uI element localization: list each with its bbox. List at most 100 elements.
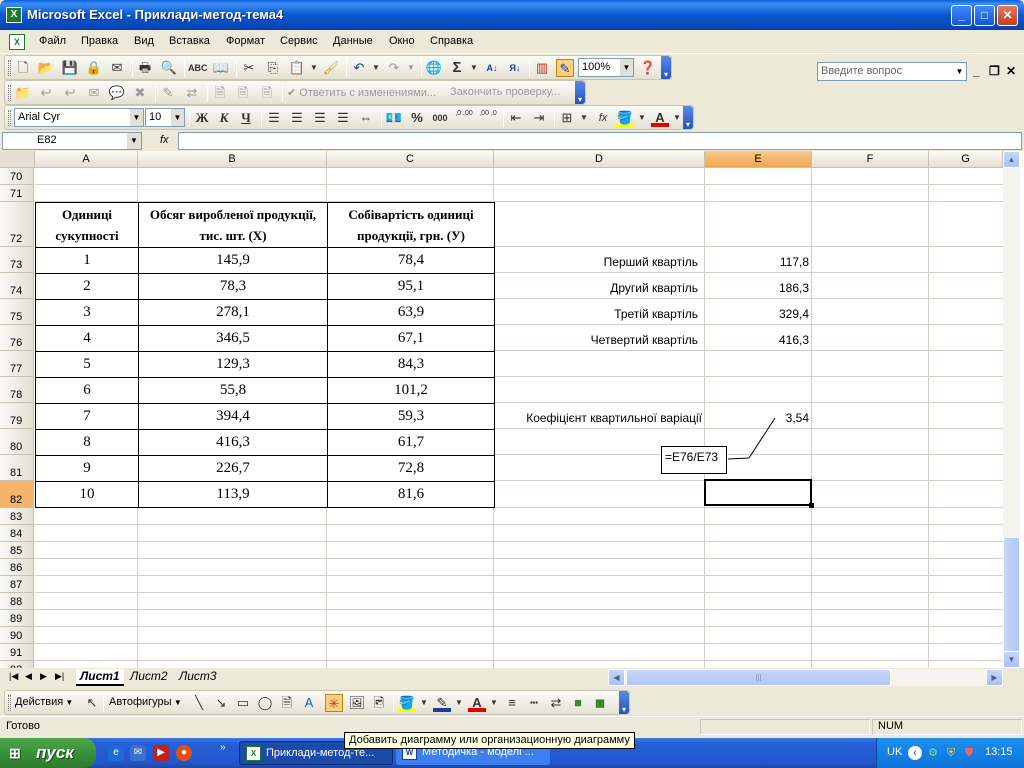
email-icon[interactable]: ✉ — [108, 59, 126, 77]
row-header-71[interactable]: 71 — [0, 185, 34, 202]
scroll-left-button[interactable]: ◀ — [608, 669, 625, 686]
help-question-input[interactable]: Введите вопрос — [817, 62, 967, 81]
chevron-left-icon[interactable]: ‹ — [908, 746, 922, 760]
quartile-value[interactable]: 117,8 — [705, 255, 809, 269]
print-icon[interactable]: 🖶 — [136, 59, 154, 77]
table-cell[interactable]: 5 — [35, 351, 139, 378]
chevron-down-icon[interactable]: ▼ — [575, 109, 593, 127]
actions-menu[interactable]: Действия ▼ — [15, 696, 73, 708]
chevron-down-icon[interactable]: ▼ — [620, 59, 633, 76]
sheet-tab-2[interactable]: Лист2 — [126, 669, 172, 686]
currency-icon[interactable]: 💶 — [385, 109, 403, 127]
table-header-cell[interactable]: Одиниці сукупності — [35, 202, 139, 248]
row-header-70[interactable]: 70 — [0, 168, 34, 185]
shadow-icon[interactable]: ■ — [569, 694, 587, 712]
reply-icon[interactable]: ↩ — [37, 84, 55, 102]
underline-button[interactable]: Ч — [237, 109, 255, 127]
menu-format[interactable]: Формат — [226, 35, 265, 47]
font-color-icon[interactable]: A — [651, 109, 669, 127]
undo-icon[interactable]: ↶ — [350, 59, 368, 77]
table-cell[interactable]: 81,6 — [327, 481, 495, 508]
decrease-indent-icon[interactable]: ⇤ — [507, 109, 525, 127]
3d-icon[interactable]: ◼ — [591, 694, 609, 712]
chevron-down-icon[interactable]: ▼ — [415, 694, 433, 712]
table-cell[interactable]: 55,8 — [138, 377, 328, 404]
font-size-select[interactable]: 10 ▼ — [145, 108, 185, 127]
save-icon[interactable]: 💾 — [61, 59, 79, 77]
horizontal-scroll-thumb[interactable]: ||| — [626, 669, 891, 686]
wordart-icon[interactable]: A — [300, 694, 318, 712]
picture-icon[interactable]: 🖻 — [370, 694, 388, 712]
row-header-87[interactable]: 87 — [0, 576, 34, 593]
menu-window[interactable]: Окно — [389, 35, 415, 47]
language-indicator[interactable]: UK — [887, 746, 902, 758]
maximize-button[interactable]: □ — [974, 5, 995, 26]
select-objects-icon[interactable]: ↖ — [83, 694, 101, 712]
table-cell[interactable]: 8 — [35, 429, 139, 456]
column-header-d[interactable]: D — [494, 151, 705, 168]
doc-close-button[interactable]: ✕ — [1006, 64, 1016, 78]
table-cell[interactable]: 416,3 — [138, 429, 328, 456]
accept-icon[interactable]: 🗎 — [211, 84, 229, 102]
menu-view[interactable]: Вид — [134, 35, 154, 47]
vertical-scrollbar[interactable]: ▲ ▼ — [1003, 151, 1020, 668]
first-sheet-icon[interactable]: |◀ — [9, 671, 18, 682]
track-changes-icon[interactable]: ✎ — [159, 84, 177, 102]
zoom-select[interactable]: 100% ▼ — [578, 58, 634, 77]
spreadsheet-grid[interactable]: A B C D E F G 70 71 72 73 74 75 76 77 78 79 80 81 82… — [0, 151, 1024, 668]
chevron-down-icon[interactable]: ▼ — [130, 109, 143, 126]
new-icon[interactable]: 🗋 — [14, 59, 32, 77]
row-header-84[interactable]: 84 — [0, 525, 34, 542]
spelling-icon[interactable]: ABC — [188, 59, 208, 77]
sort-descending-icon[interactable]: Я↓ — [506, 59, 524, 77]
end-review-button[interactable]: Закончить проверку... — [450, 86, 560, 98]
line-icon[interactable]: ╲ — [190, 694, 208, 712]
align-right-icon[interactable]: ☰ — [311, 109, 329, 127]
table-cell[interactable]: 145,9 — [138, 247, 328, 274]
scroll-up-button[interactable]: ▲ — [1003, 151, 1020, 168]
table-cell[interactable]: 67,1 — [327, 325, 495, 352]
ie-icon[interactable]: e — [108, 745, 124, 761]
scroll-right-button[interactable]: ▶ — [986, 669, 1003, 686]
table-cell[interactable]: 63,9 — [327, 299, 495, 326]
hyperlink-icon[interactable]: 🌐 — [425, 59, 443, 77]
align-left-icon[interactable]: ☰ — [265, 109, 283, 127]
table-cell[interactable]: 278,1 — [138, 299, 328, 326]
row-header-85[interactable]: 85 — [0, 542, 34, 559]
table-header-cell[interactable]: Собівартість одиниці продукції, грн. (У) — [327, 202, 495, 248]
row-header-80[interactable]: 80 — [0, 429, 34, 455]
drawing-icon[interactable]: ✎ — [556, 59, 574, 77]
font-color-icon[interactable]: A — [468, 694, 486, 712]
firefox-icon[interactable]: ● — [176, 745, 192, 761]
row-header-91[interactable]: 91 — [0, 644, 34, 661]
chevron-down-icon[interactable]: ▼ — [127, 133, 141, 149]
help-icon[interactable]: ❓ — [639, 59, 657, 77]
arrow-icon[interactable]: ↘ — [212, 694, 230, 712]
table-cell[interactable]: 7 — [35, 403, 139, 430]
table-cell[interactable]: 4 — [35, 325, 139, 352]
table-cell[interactable]: 72,8 — [327, 455, 495, 482]
toolbar-options-icon[interactable]: ▾ — [575, 81, 585, 104]
justify-icon[interactable]: ☰ — [334, 109, 352, 127]
row-header-83[interactable]: 83 — [0, 508, 34, 525]
chevron-down-icon[interactable]: ▼ — [402, 59, 420, 77]
table-cell[interactable]: 61,7 — [327, 429, 495, 456]
research-icon[interactable]: 📖 — [212, 59, 230, 77]
table-cell[interactable]: 226,7 — [138, 455, 328, 482]
table-cell[interactable]: 1 — [35, 247, 139, 274]
line-color-icon[interactable]: ✎ — [433, 694, 451, 712]
quartile-value[interactable]: 329,4 — [705, 307, 809, 321]
clipart-icon[interactable]: 🖼 — [348, 694, 366, 712]
close-button[interactable]: ✕ — [997, 5, 1018, 26]
bold-button[interactable]: Ж — [193, 109, 211, 127]
next-sheet-icon[interactable]: ▶ — [40, 671, 47, 682]
table-cell[interactable]: 346,5 — [138, 325, 328, 352]
insert-function-button[interactable]: fx — [594, 109, 612, 127]
quartile-label[interactable]: Третій квартіль — [494, 307, 698, 321]
increase-indent-icon[interactable]: ⇥ — [530, 109, 548, 127]
menu-tools[interactable]: Сервис — [280, 35, 318, 47]
row-header-82[interactable]: 82 — [0, 481, 34, 508]
column-header-b[interactable]: B — [138, 151, 327, 168]
chevron-down-icon[interactable]: ▼ — [485, 694, 503, 712]
delete-comment-icon[interactable]: ✖ — [131, 84, 149, 102]
